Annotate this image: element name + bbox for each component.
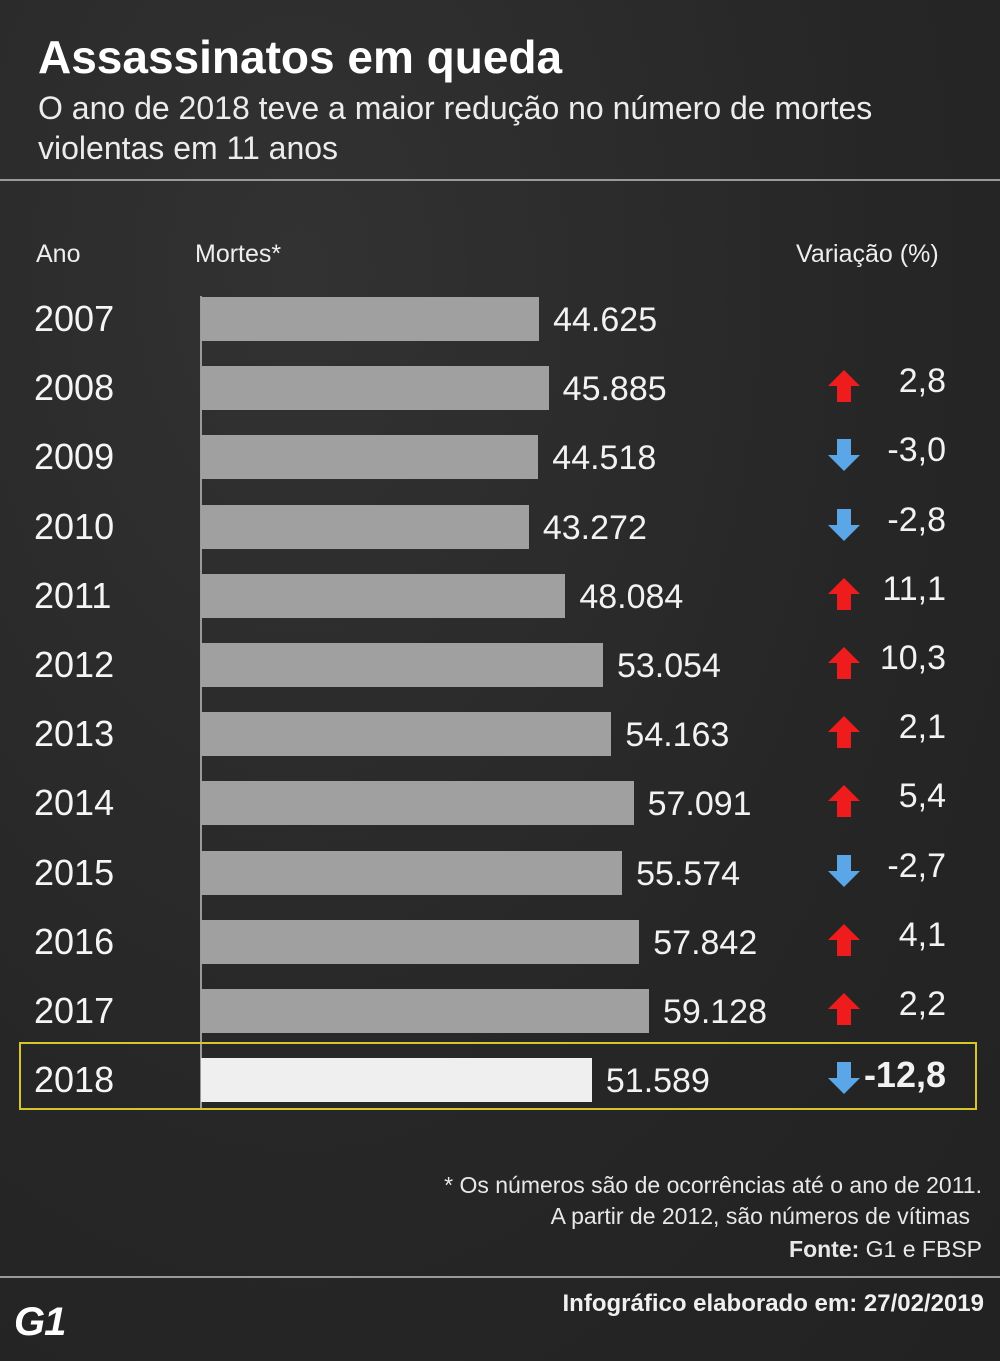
- value-label: 44.518: [552, 439, 657, 478]
- bar-2011: [201, 573, 566, 618]
- arrow-up-icon: [827, 784, 861, 818]
- year-label: 2016: [34, 920, 115, 962]
- year-label: 2007: [34, 298, 115, 339]
- bar-2009: [201, 435, 539, 480]
- year-label: 2015: [34, 851, 115, 893]
- year-label: 2009: [34, 436, 115, 478]
- arrow-down-icon: [827, 1061, 861, 1095]
- year-label: 2008: [34, 367, 115, 409]
- value-label: 44.625: [553, 301, 658, 339]
- year-label: 2018: [34, 1059, 115, 1101]
- value-label: 51.589: [605, 1062, 710, 1101]
- variation-label: -2,7: [887, 846, 946, 885]
- bottom-divider: [0, 1276, 1000, 1278]
- infographic-credit: Infográfico elaborado em: 27/02/2019: [562, 1290, 985, 1317]
- footnote-line-1: * Os números são de ocorrências até o an…: [444, 1172, 982, 1198]
- bar-2015: [201, 850, 623, 895]
- variation-label: 2,1: [898, 708, 946, 747]
- bar-2017: [201, 989, 649, 1033]
- deaths-column-header: Mortes*: [195, 240, 282, 268]
- value-label: 45.885: [562, 370, 667, 409]
- variation-label: 10,3: [879, 639, 946, 677]
- g1-logo: G1: [14, 1300, 66, 1344]
- arrow-down-icon: [827, 508, 861, 542]
- variation-label: 2,8: [898, 362, 946, 401]
- value-label: 57.091: [647, 785, 752, 824]
- bar-2007: [201, 297, 540, 341]
- bar-2016: [201, 919, 640, 964]
- arrow-down-icon: [827, 854, 861, 888]
- footnote-line-2: A partir de 2012, são números de vítimas: [550, 1203, 970, 1229]
- variation-label: 4,1: [898, 915, 946, 954]
- bar-2008: [201, 366, 549, 411]
- source-line: Fonte: G1 e FBSP: [789, 1236, 982, 1263]
- source-label: Fonte:: [789, 1236, 860, 1262]
- variation-label: -12,8: [863, 1054, 946, 1096]
- year-label: 2012: [34, 644, 115, 685]
- bar-axis-line: [200, 296, 202, 1110]
- arrow-up-icon: [827, 923, 861, 957]
- variation-label: 5,4: [898, 777, 946, 816]
- bar-2013: [201, 712, 612, 757]
- variation-column-header: Variação (%): [796, 240, 939, 268]
- year-label: 2011: [34, 574, 112, 616]
- value-label: 53.054: [616, 647, 721, 685]
- variation-label: -3,0: [887, 431, 946, 470]
- chart-title: Assassinatos em queda: [38, 31, 563, 83]
- bar-2010: [201, 504, 529, 549]
- top-divider: [0, 179, 1000, 181]
- value-label: 43.272: [542, 508, 647, 547]
- variation-label: 11,1: [882, 569, 946, 608]
- year-column-header: Ano: [36, 240, 81, 268]
- arrow-up-icon: [827, 646, 861, 680]
- bar-2012: [201, 643, 603, 687]
- arrow-down-icon: [827, 438, 861, 472]
- arrow-up-icon: [827, 369, 861, 403]
- arrow-up-icon: [827, 577, 861, 611]
- bar-2018: [201, 1058, 592, 1103]
- year-label: 2014: [34, 782, 115, 824]
- variation-label: 2,2: [898, 985, 946, 1023]
- year-label: 2013: [34, 713, 115, 755]
- value-label: 57.842: [653, 923, 758, 962]
- bar-2014: [201, 781, 634, 826]
- value-label: 59.128: [663, 993, 767, 1031]
- value-label: 48.084: [579, 577, 684, 616]
- footnote: * Os números são de ocorrências até o an…: [282, 1170, 982, 1232]
- variation-label: -2,8: [887, 500, 946, 539]
- arrow-up-icon: [827, 992, 861, 1026]
- value-label: 54.163: [625, 716, 730, 755]
- year-label: 2017: [34, 990, 115, 1031]
- chart-subtitle: O ano de 2018 teve a maior redução no nú…: [38, 90, 873, 166]
- arrow-up-icon: [827, 715, 861, 749]
- year-label: 2010: [34, 505, 115, 547]
- source-value: G1 e FBSP: [865, 1236, 982, 1262]
- value-label: 55.574: [636, 854, 741, 893]
